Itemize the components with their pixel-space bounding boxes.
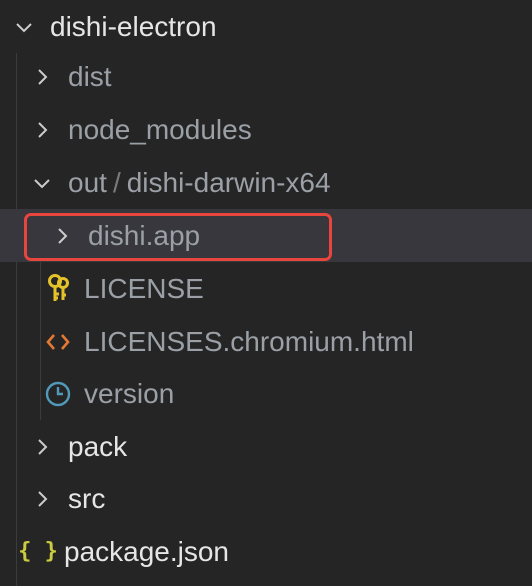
clock-icon xyxy=(44,380,72,408)
tree-item-label: out / dishi-darwin-x64 xyxy=(68,167,331,199)
tree-item-label: pack xyxy=(68,430,128,462)
tree-item-dishi-app[interactable]: dishi.app xyxy=(0,209,532,262)
html-code-icon xyxy=(44,328,72,356)
tree-item-node-modules[interactable]: node_modules xyxy=(0,103,532,156)
key-icon xyxy=(44,273,72,303)
tree-item-pack[interactable]: pack xyxy=(0,420,532,473)
tree-item-src[interactable]: src xyxy=(0,472,532,525)
chevron-right-icon xyxy=(28,63,56,91)
chevron-down-icon xyxy=(10,13,38,41)
path-separator: / xyxy=(112,166,121,198)
tree-item-version[interactable]: version xyxy=(0,367,532,420)
folder-segment-out[interactable]: out xyxy=(68,167,107,198)
tree-item-label: dist xyxy=(68,60,112,92)
tree-item-package-json[interactable]: { } package.json xyxy=(0,525,532,578)
chevron-right-icon xyxy=(28,433,56,461)
chevron-right-icon xyxy=(48,222,76,250)
tree-item-out-dishi-darwin-x64[interactable]: out / dishi-darwin-x64 xyxy=(0,156,532,209)
json-braces-icon: { } xyxy=(18,539,58,564)
tree-item-label: dishi.app xyxy=(88,219,201,251)
tree-item-root[interactable]: dishi-electron xyxy=(0,0,532,53)
tree-item-licenses-chromium-html[interactable]: LICENSES.chromium.html xyxy=(0,315,532,368)
tree-item-label: package.json xyxy=(64,535,230,567)
chevron-down-icon xyxy=(28,169,56,197)
tree-item-dist[interactable]: dist xyxy=(0,50,532,103)
folder-segment-dishi-darwin-x64[interactable]: dishi-darwin-x64 xyxy=(127,167,331,198)
tree-item-label: LICENSE xyxy=(84,272,204,304)
tree-item-label: src xyxy=(68,482,106,514)
file-explorer-tree: dishi-electron dist node_modules out / dis… xyxy=(0,0,532,586)
chevron-right-icon xyxy=(28,485,56,513)
tree-item-label: dishi-electron xyxy=(50,10,217,42)
tree-item-label: version xyxy=(84,377,175,409)
tree-item-label: node_modules xyxy=(68,113,252,145)
tree-item-license[interactable]: LICENSE xyxy=(0,262,532,315)
tree-item-label: LICENSES.chromium.html xyxy=(84,325,414,357)
chevron-right-icon xyxy=(28,116,56,144)
